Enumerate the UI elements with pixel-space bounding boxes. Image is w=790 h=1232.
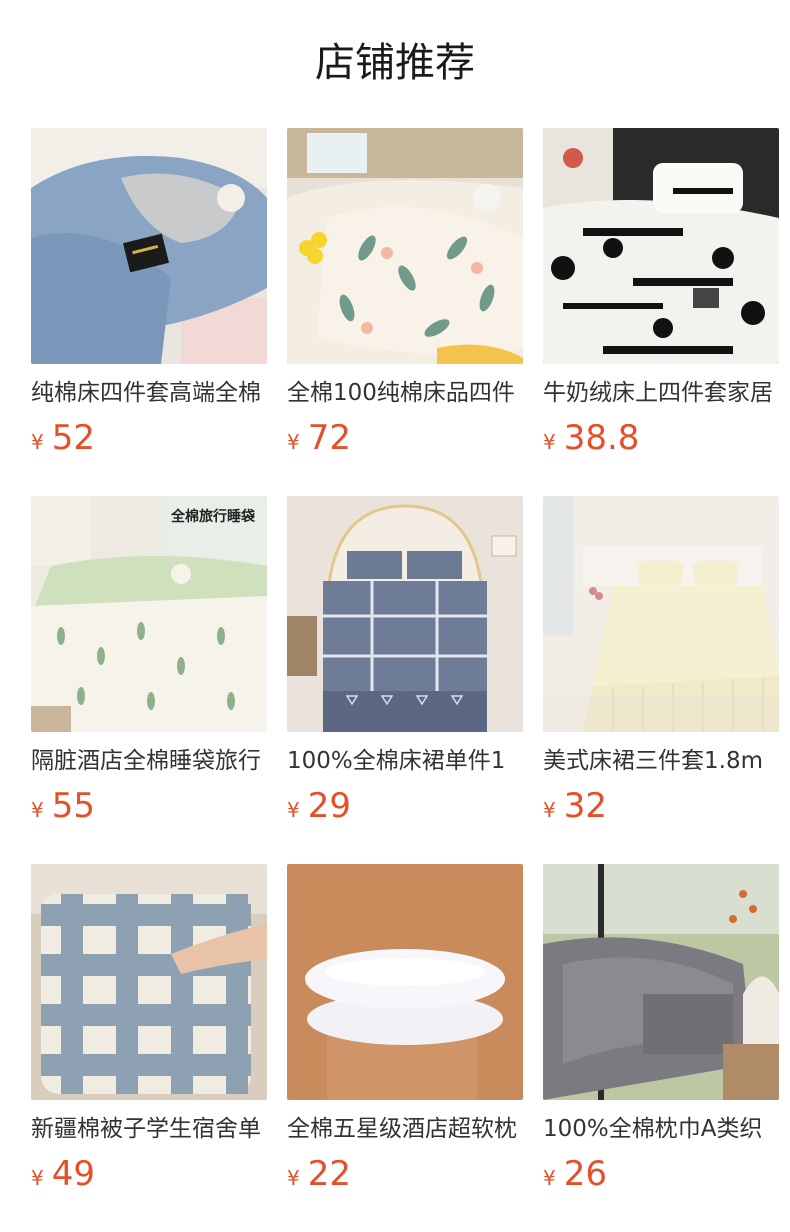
product-price: 32 xyxy=(563,786,607,826)
product-card[interactable]: 纯棉床四件套高端全棉 ¥ 52 xyxy=(31,128,267,496)
product-image-blue-duvet-set[interactable] xyxy=(31,128,267,364)
product-name[interactable]: 牛奶绒床上四件套家居 xyxy=(543,376,779,410)
product-card[interactable]: 100%全棉床裙单件1 ¥ 29 xyxy=(287,496,523,864)
price-row: ¥ 32 xyxy=(543,786,607,826)
product-name[interactable]: 全棉五星级酒店超软枕 xyxy=(287,1112,523,1146)
page-title: 店铺推荐 xyxy=(315,40,475,86)
currency-symbol: ¥ xyxy=(287,1166,300,1190)
currency-symbol: ¥ xyxy=(287,430,300,454)
product-price: 49 xyxy=(51,1154,95,1194)
product-price: 38.8 xyxy=(563,418,640,458)
product-card[interactable]: 全棉100纯棉床品四件 ¥ 72 xyxy=(287,128,523,496)
product-name[interactable]: 100%全棉床裙单件1 xyxy=(287,744,523,778)
product-card[interactable]: 新疆棉被子学生宿舍单 ¥ 49 xyxy=(31,864,267,1232)
product-name[interactable]: 全棉100纯棉床品四件 xyxy=(287,376,523,410)
currency-symbol: ¥ xyxy=(543,1166,556,1190)
product-name[interactable]: 新疆棉被子学生宿舍单 xyxy=(31,1112,267,1146)
currency-symbol: ¥ xyxy=(543,430,556,454)
price-row: ¥ 52 xyxy=(31,418,95,458)
product-price: 52 xyxy=(51,418,95,458)
price-row: ¥ 72 xyxy=(287,418,351,458)
price-row: ¥ 49 xyxy=(31,1154,95,1194)
product-image-white-pillows[interactable] xyxy=(287,864,523,1100)
product-grid: 纯棉床四件套高端全棉 ¥ 52 全棉100纯棉床品四件 ¥ 72 牛奶绒床上四件… xyxy=(31,128,779,1232)
price-row: ¥ 38.8 xyxy=(543,418,639,458)
product-price: 22 xyxy=(307,1154,351,1194)
currency-symbol: ¥ xyxy=(31,798,44,822)
currency-symbol: ¥ xyxy=(287,798,300,822)
product-image-puppy-dog-print-set[interactable] xyxy=(543,128,779,364)
product-card[interactable]: 全棉旅行睡袋 隔脏酒店全棉睡袋旅行 ¥ 55 xyxy=(31,496,267,864)
product-card[interactable]: 牛奶绒床上四件套家居 ¥ 38.8 xyxy=(543,128,779,496)
product-name[interactable]: 100%全棉枕巾A类织 xyxy=(543,1112,779,1146)
product-price: 72 xyxy=(307,418,351,458)
price-row: ¥ 22 xyxy=(287,1154,351,1194)
product-image-grey-plaid-bed-skirt[interactable] xyxy=(287,496,523,732)
product-image-cream-ruffle-bed-skirt[interactable] xyxy=(543,496,779,732)
currency-symbol: ¥ xyxy=(31,1166,44,1190)
product-image-floral-duvet-set[interactable] xyxy=(287,128,523,364)
product-image-blue-check-quilt[interactable] xyxy=(31,864,267,1100)
price-row: ¥ 29 xyxy=(287,786,351,826)
product-name[interactable]: 纯棉床四件套高端全棉 xyxy=(31,376,267,410)
product-price: 29 xyxy=(307,786,351,826)
product-image-green-travel-sleeping-bag[interactable]: 全棉旅行睡袋 xyxy=(31,496,267,732)
product-card[interactable]: 美式床裙三件套1.8m ¥ 32 xyxy=(543,496,779,864)
product-card[interactable]: 全棉五星级酒店超软枕 ¥ 22 xyxy=(287,864,523,1232)
currency-symbol: ¥ xyxy=(31,430,44,454)
product-image-grey-towel-blanket[interactable] xyxy=(543,864,779,1100)
price-row: ¥ 26 xyxy=(543,1154,607,1194)
price-row: ¥ 55 xyxy=(31,786,95,826)
product-name[interactable]: 美式床裙三件套1.8m xyxy=(543,744,779,778)
currency-symbol: ¥ xyxy=(543,798,556,822)
product-price: 55 xyxy=(51,786,95,826)
image-overlay-label: 全棉旅行睡袋 xyxy=(171,509,255,525)
product-card[interactable]: 100%全棉枕巾A类织 ¥ 26 xyxy=(543,864,779,1232)
product-name[interactable]: 隔脏酒店全棉睡袋旅行 xyxy=(31,744,267,778)
product-price: 26 xyxy=(563,1154,607,1194)
